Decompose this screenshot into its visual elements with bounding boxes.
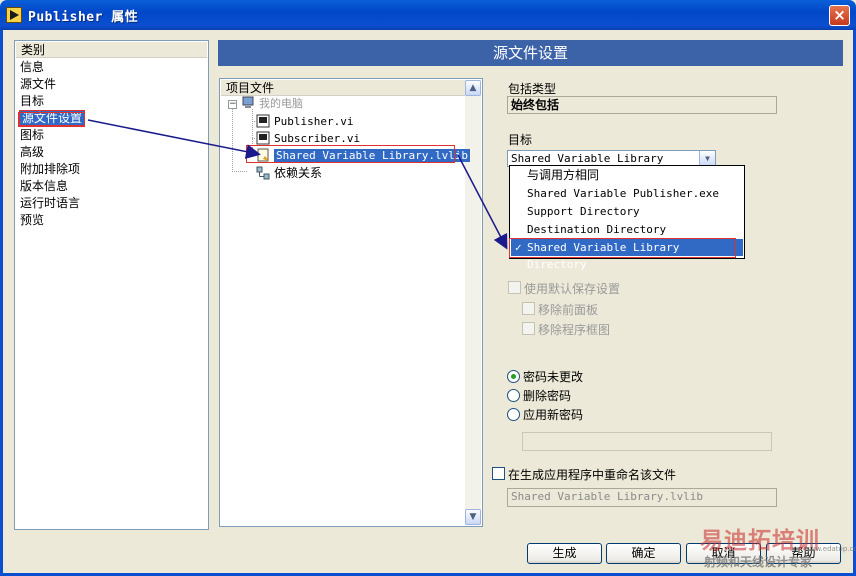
close-button[interactable]: × xyxy=(829,5,850,26)
remove-password-radio[interactable] xyxy=(507,389,520,402)
destination-dropdown-menu[interactable]: 与调用方相同 Shared Variable Publisher.exe Sup… xyxy=(509,165,745,271)
dependencies-icon xyxy=(256,166,270,180)
category-item-additional-exclusions[interactable]: 附加排除项 xyxy=(15,161,208,178)
package-type-label: 包括类型 xyxy=(508,82,557,96)
category-item-source-files[interactable]: 源文件 xyxy=(15,76,208,93)
vi-file-icon xyxy=(256,131,270,145)
category-list[interactable]: 类别 信息 源文件 目标 源文件设置 图标 高级 附加排除项 版本信息 运行时语… xyxy=(14,40,209,530)
tree-item-shared-variable-library[interactable]: Shared Variable Library.lvlib xyxy=(256,148,471,164)
apply-new-password-label: 应用新密码 xyxy=(523,408,584,422)
remove-front-panel-checkbox[interactable] xyxy=(522,302,535,315)
project-files-header: 项目文件 xyxy=(221,80,465,96)
dropdown-option-same-as-caller[interactable]: 与调用方相同 xyxy=(511,167,743,184)
category-item-destinations[interactable]: 目标 xyxy=(15,93,208,110)
dropdown-option-library-directory[interactable]: ✓ Shared Variable Library Directory xyxy=(511,239,743,271)
rename-file-field[interactable]: Shared Variable Library.lvlib xyxy=(507,488,777,507)
use-default-save-checkbox[interactable] xyxy=(508,281,521,294)
help-button[interactable]: 帮助 xyxy=(766,543,841,564)
scroll-down-icon[interactable]: ▼ xyxy=(465,509,481,525)
category-item-icon[interactable]: 图标 xyxy=(15,127,208,144)
package-type-value: 始终包括 xyxy=(507,96,777,114)
new-password-field[interactable] xyxy=(522,432,772,451)
remove-password-label: 删除密码 xyxy=(523,389,572,403)
category-item-runtime-languages[interactable]: 运行时语言 xyxy=(15,195,208,212)
password-unchanged-label: 密码未更改 xyxy=(523,370,584,384)
tree-item-publisher-vi[interactable]: Publisher.vi xyxy=(256,114,353,130)
collapse-icon[interactable]: − xyxy=(228,100,237,109)
project-files-tree[interactable]: 项目文件 ▲ ▼ − 我的电脑 Publisher.vi Subscriber.… xyxy=(219,78,483,527)
category-item-info[interactable]: 信息 xyxy=(15,59,208,76)
computer-icon xyxy=(241,96,255,110)
vi-file-icon xyxy=(256,114,270,128)
remove-front-panel-label: 移除前面板 xyxy=(538,303,599,317)
tree-scrollbar[interactable]: ▲ ▼ xyxy=(465,80,481,525)
category-item-preview[interactable]: 预览 xyxy=(15,212,208,229)
chevron-down-icon[interactable]: ▼ xyxy=(699,151,715,166)
cancel-button[interactable]: 取消 xyxy=(686,543,761,564)
rename-file-checkbox[interactable] xyxy=(492,467,505,480)
tree-item-dependencies[interactable]: 依赖关系 xyxy=(256,165,322,181)
tree-item-subscriber-vi[interactable]: Subscriber.vi xyxy=(256,131,360,147)
build-button[interactable]: 生成 xyxy=(527,543,602,564)
category-item-source-file-settings[interactable]: 源文件设置 xyxy=(15,110,208,127)
remove-block-diagram-checkbox[interactable] xyxy=(522,322,535,335)
labview-app-icon xyxy=(6,7,22,23)
ok-button[interactable]: 确定 xyxy=(606,543,681,564)
destination-label: 目标 xyxy=(508,133,533,147)
scroll-up-icon[interactable]: ▲ xyxy=(465,80,481,96)
password-unchanged-radio[interactable] xyxy=(507,370,520,383)
category-item-version-info[interactable]: 版本信息 xyxy=(15,178,208,195)
checkmark-icon: ✓ xyxy=(515,241,522,254)
category-list-header: 类别 xyxy=(16,42,207,58)
section-title: 源文件设置 xyxy=(218,40,843,66)
rename-file-label: 在生成应用程序中重命名该文件 xyxy=(508,468,677,482)
use-default-save-label: 使用默认保存设置 xyxy=(524,282,621,296)
window-title: Publisher 属性 xyxy=(28,10,139,25)
category-item-advanced[interactable]: 高级 xyxy=(15,144,208,161)
dropdown-option-support-directory[interactable]: Support Directory xyxy=(511,203,743,220)
title-bar[interactable]: Publisher 属性 × xyxy=(0,0,856,30)
dropdown-option-publisher-exe[interactable]: Shared Variable Publisher.exe xyxy=(511,185,743,202)
tree-lines xyxy=(232,109,256,172)
dropdown-option-destination-directory[interactable]: Destination Directory xyxy=(511,221,743,238)
library-file-icon xyxy=(256,148,270,162)
remove-block-diagram-label: 移除程序框图 xyxy=(538,323,611,337)
apply-new-password-radio[interactable] xyxy=(507,408,520,421)
